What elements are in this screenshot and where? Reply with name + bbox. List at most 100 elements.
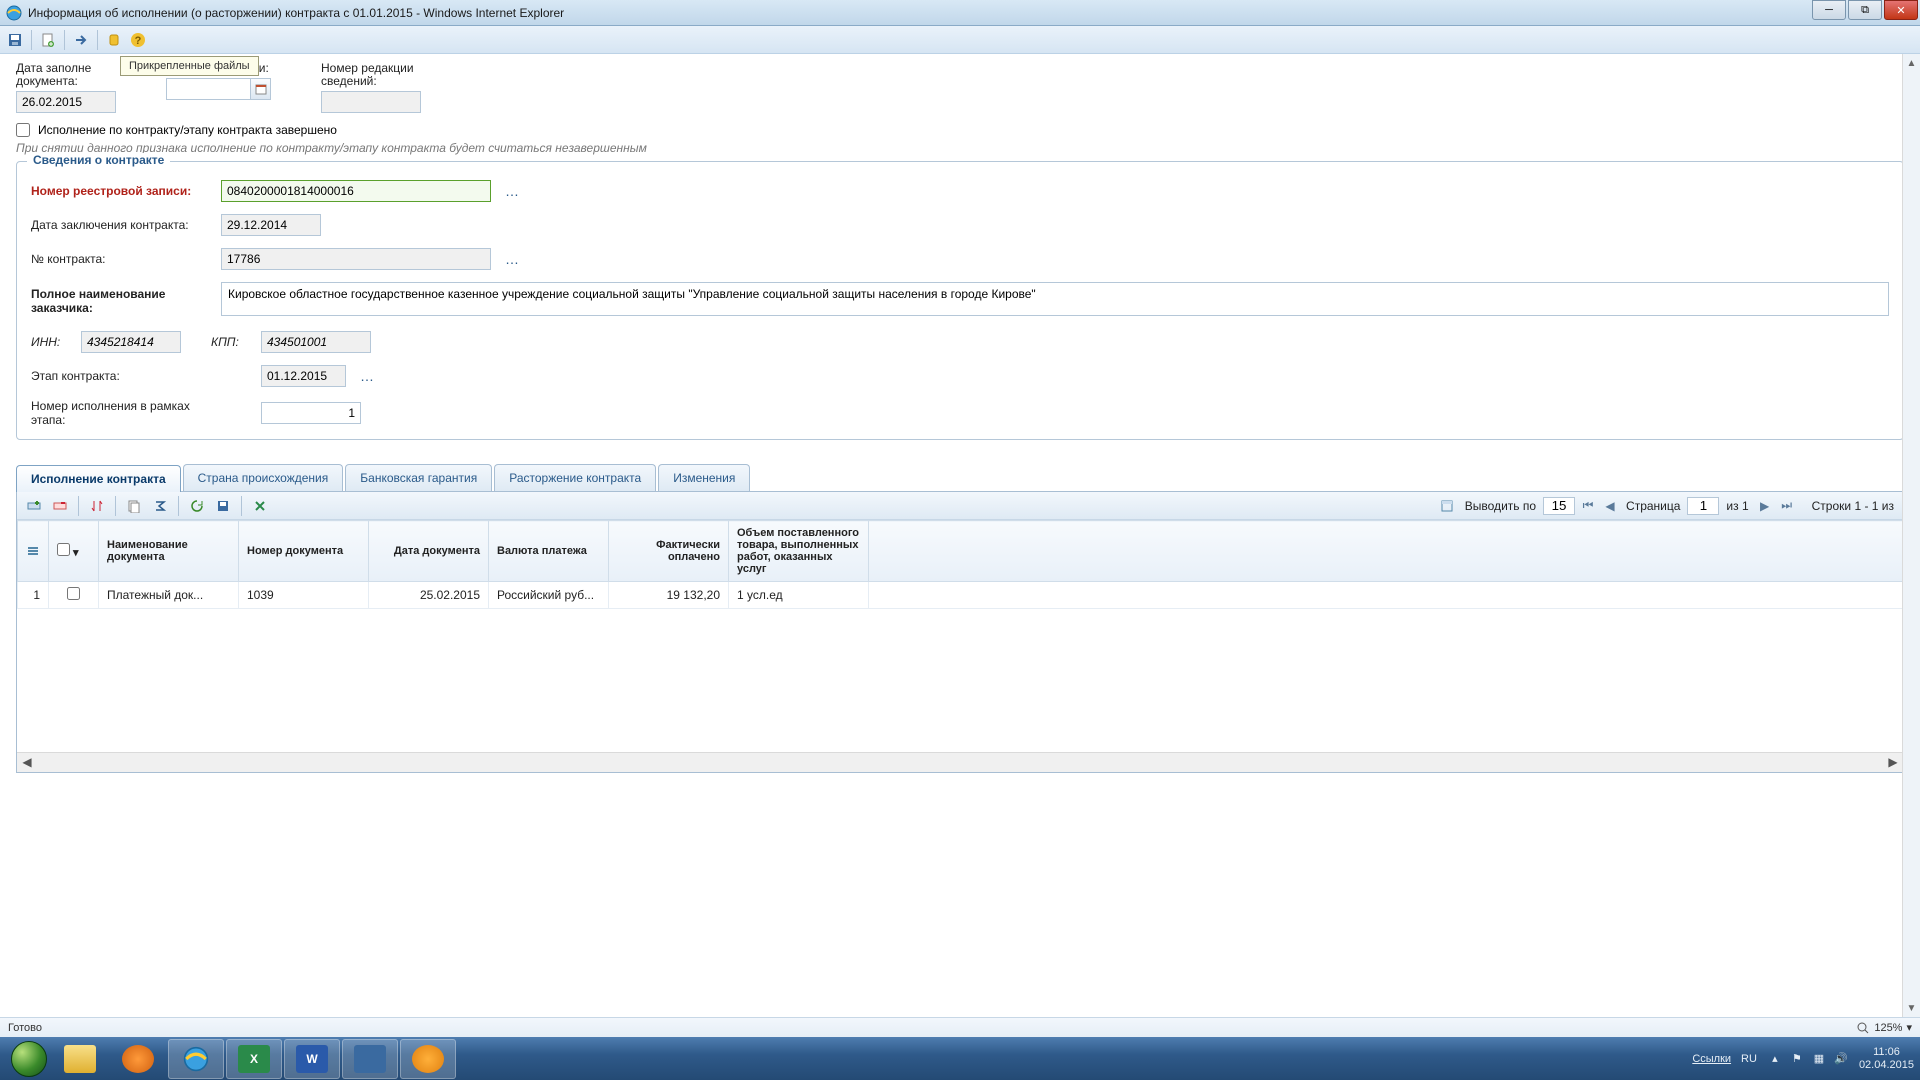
- taskbar-app2[interactable]: [400, 1039, 456, 1079]
- table-row[interactable]: 1 Платежный док... 1039 25.02.2015 Росси…: [18, 582, 1903, 609]
- tray-volume-icon[interactable]: 🔊: [1833, 1051, 1849, 1067]
- tab-changes[interactable]: Изменения: [658, 464, 750, 491]
- ie-status-bar: Готово 125% ▾: [0, 1017, 1920, 1037]
- per-page-field[interactable]: [1543, 497, 1575, 515]
- taskbar-excel[interactable]: X: [226, 1039, 282, 1079]
- fill-date-field[interactable]: [16, 91, 116, 113]
- kpp-label: КПП:: [211, 335, 251, 349]
- col-volume[interactable]: Объем поставленного товара, выполненных …: [729, 521, 869, 582]
- app-toolbar: ? Прикрепленные файлы: [0, 26, 1920, 54]
- contract-num-label: № контракта:: [31, 252, 211, 266]
- toolbar-sep: [31, 30, 32, 50]
- maximize-button[interactable]: ⧉: [1848, 0, 1882, 20]
- reg-date-field[interactable]: [166, 78, 251, 100]
- tray-clock[interactable]: 11:06 02.04.2015: [1859, 1046, 1914, 1072]
- svg-text:?: ?: [135, 35, 142, 47]
- grid-h-scrollbar[interactable]: ◀ ▶: [17, 752, 1903, 772]
- completion-checkbox[interactable]: [16, 123, 30, 137]
- stage-field[interactable]: [261, 365, 346, 387]
- tray-date: 02.04.2015: [1859, 1059, 1914, 1072]
- col-paid[interactable]: Фактически оплачено: [609, 521, 729, 582]
- tab-origin[interactable]: Страна происхождения: [183, 464, 344, 491]
- scroll-up-icon[interactable]: ▲: [1903, 54, 1920, 72]
- tab-execution[interactable]: Исполнение контракта: [16, 465, 181, 492]
- windows-icon: [11, 1041, 47, 1077]
- col-doc-name[interactable]: Наименование документа: [99, 521, 239, 582]
- vertical-scrollbar[interactable]: ▲ ▼: [1902, 54, 1920, 1017]
- attach-icon[interactable]: [103, 29, 125, 51]
- exec-num-field[interactable]: [261, 402, 361, 424]
- tray-links[interactable]: Ссылки: [1692, 1053, 1731, 1065]
- taskbar-media[interactable]: [110, 1039, 166, 1079]
- tray-flag-icon[interactable]: ⚑: [1789, 1051, 1805, 1067]
- revision-field[interactable]: [321, 91, 421, 113]
- page-field[interactable]: [1687, 497, 1719, 515]
- col-checkbox[interactable]: ▾: [49, 521, 99, 582]
- prev-page-icon[interactable]: ◀: [1601, 497, 1619, 515]
- grid-excel-icon[interactable]: [249, 495, 271, 517]
- select-all-checkbox[interactable]: [57, 543, 70, 556]
- taskbar-explorer[interactable]: [52, 1039, 108, 1079]
- col-menu[interactable]: [18, 521, 49, 582]
- tray-network-icon[interactable]: ▦: [1811, 1051, 1827, 1067]
- customer-field[interactable]: Кировское областное государственное казе…: [221, 282, 1889, 316]
- toolbar-sep: [241, 496, 242, 516]
- completion-hint: При снятии данного признака исполнение п…: [16, 141, 1904, 155]
- scroll-down-icon[interactable]: ▼: [1903, 999, 1920, 1017]
- col-currency[interactable]: Валюта платежа: [489, 521, 609, 582]
- concl-date-field[interactable]: [221, 214, 321, 236]
- scroll-left-icon[interactable]: ◀: [17, 755, 37, 769]
- last-page-icon[interactable]: ⏭: [1778, 497, 1796, 515]
- first-page-icon[interactable]: ⏮: [1579, 497, 1597, 515]
- zoom-control[interactable]: 125% ▾: [1856, 1021, 1912, 1035]
- minimize-button[interactable]: ─: [1812, 0, 1846, 20]
- grid-add-icon[interactable]: [23, 495, 45, 517]
- grid-sort-icon[interactable]: [86, 495, 108, 517]
- grid-copy-icon[interactable]: [123, 495, 145, 517]
- row-checkbox[interactable]: [67, 587, 80, 600]
- close-button[interactable]: ✕: [1884, 0, 1918, 20]
- grid-sum-icon[interactable]: [149, 495, 171, 517]
- cell-paid: 19 132,20: [609, 582, 729, 609]
- contract-num-lookup-icon[interactable]: …: [505, 249, 519, 269]
- stage-lookup-icon[interactable]: …: [360, 366, 374, 386]
- inn-field[interactable]: [81, 331, 181, 353]
- grid-settings-icon[interactable]: [1436, 495, 1458, 517]
- contract-num-field[interactable]: [221, 248, 491, 270]
- tab-termination[interactable]: Расторжение контракта: [494, 464, 656, 491]
- start-button[interactable]: [6, 1039, 52, 1079]
- col-doc-num[interactable]: Номер документа: [239, 521, 369, 582]
- registry-label: Номер реестровой записи:: [31, 184, 211, 198]
- next-page-icon[interactable]: ▶: [1756, 497, 1774, 515]
- grid-delete-icon[interactable]: [49, 495, 71, 517]
- forward-icon[interactable]: [70, 29, 92, 51]
- chevron-down-icon[interactable]: ▾: [1906, 1021, 1912, 1034]
- stage-label: Этап контракта:: [31, 369, 211, 383]
- kpp-field[interactable]: [261, 331, 371, 353]
- page-label: Страница: [1626, 499, 1680, 513]
- completion-label: Исполнение по контракту/этапу контракта …: [38, 123, 337, 137]
- calendar-icon[interactable]: [251, 78, 271, 100]
- tray-lang[interactable]: RU: [1741, 1053, 1757, 1065]
- content-area: Дата заполнедокумента: Дата регистрации:…: [0, 54, 1920, 1037]
- tray-arrow-icon[interactable]: ▴: [1767, 1051, 1783, 1067]
- exec-num-label: Номер исполнения в рамках этапа:: [31, 399, 211, 427]
- registry-lookup-icon[interactable]: …: [505, 181, 519, 201]
- save-icon[interactable]: [4, 29, 26, 51]
- grid-save-icon[interactable]: [212, 495, 234, 517]
- taskbar-ie[interactable]: [168, 1039, 224, 1079]
- taskbar-app1[interactable]: [342, 1039, 398, 1079]
- help-icon[interactable]: ?: [127, 29, 149, 51]
- tab-bank-guarantee[interactable]: Банковская гарантия: [345, 464, 492, 491]
- window-titlebar: Информация об исполнении (о расторжении)…: [0, 0, 1920, 26]
- toolbar-sep: [115, 496, 116, 516]
- col-doc-date[interactable]: Дата документа: [369, 521, 489, 582]
- scroll-right-icon[interactable]: ▶: [1883, 755, 1903, 769]
- grid-refresh-icon[interactable]: [186, 495, 208, 517]
- window-buttons: ─ ⧉ ✕: [1812, 0, 1920, 25]
- cell-currency: Российский руб...: [489, 582, 609, 609]
- registry-field[interactable]: [221, 180, 491, 202]
- taskbar-word[interactable]: W: [284, 1039, 340, 1079]
- new-doc-icon[interactable]: [37, 29, 59, 51]
- page-of-label: из 1: [1726, 499, 1748, 513]
